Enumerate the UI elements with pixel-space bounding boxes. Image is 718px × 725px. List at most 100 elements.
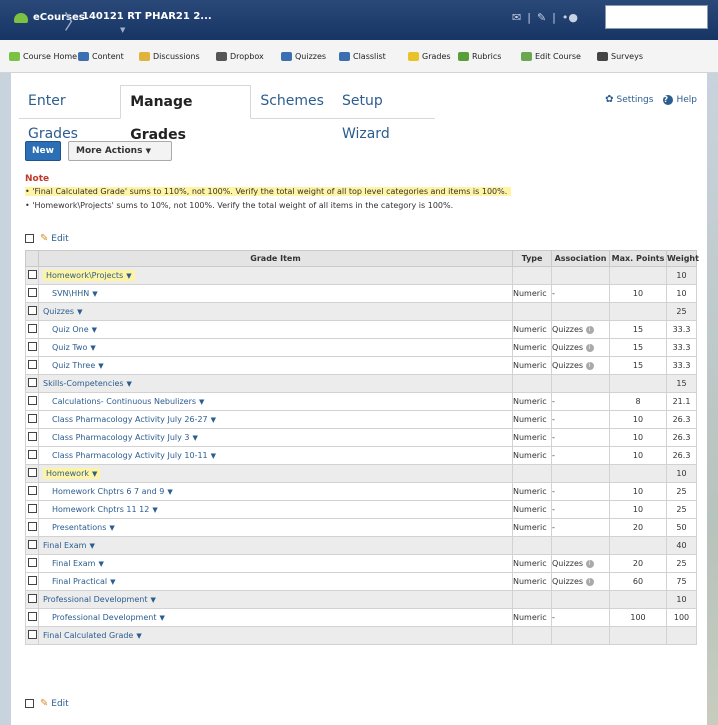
chevron-down-icon[interactable]: ▼	[152, 506, 157, 514]
nav-item-dropbox[interactable]: Dropbox	[216, 52, 264, 61]
settings-link[interactable]: ✿ Settings	[605, 94, 653, 105]
header-type[interactable]: Type	[512, 250, 552, 267]
row-checkbox[interactable]	[27, 612, 37, 621]
chevron-down-icon[interactable]: ▼	[89, 542, 94, 550]
info-icon[interactable]: i	[585, 577, 594, 586]
grade-item-link[interactable]: Quizzes ▼	[43, 307, 82, 316]
chevron-down-icon[interactable]: ▼	[136, 632, 141, 640]
nav-item-quizzes[interactable]: Quizzes	[281, 52, 326, 61]
chevron-down-icon[interactable]: ▼	[92, 326, 97, 334]
alerts-icon[interactable]: •●	[562, 11, 578, 24]
row-checkbox[interactable]	[27, 342, 37, 351]
info-icon[interactable]: i	[585, 559, 594, 568]
row-checkbox[interactable]	[27, 432, 37, 441]
chevron-down-icon[interactable]: ▼	[126, 272, 131, 280]
row-checkbox[interactable]	[27, 270, 37, 279]
grade-item-link[interactable]: Quiz One ▼	[52, 325, 97, 334]
grade-item-link[interactable]: Homework Chptrs 6 7 and 9 ▼	[52, 487, 173, 496]
grade-item-link[interactable]: Quiz Two ▼	[52, 343, 96, 352]
nav-item-rubrics[interactable]: Rubrics	[458, 52, 501, 61]
nav-item-edit-course[interactable]: Edit Course	[521, 52, 581, 61]
chevron-down-icon[interactable]: ▼	[77, 308, 82, 316]
grade-item-link[interactable]: Presentations ▼	[52, 523, 115, 532]
row-checkbox[interactable]	[27, 522, 37, 531]
chevron-down-icon[interactable]: ▼	[167, 488, 172, 496]
header-grade-item[interactable]: Grade Item	[38, 250, 513, 267]
chevron-down-icon[interactable]: ▼	[92, 470, 97, 478]
grade-item-link[interactable]: Class Pharmacology Activity July 10-11 ▼	[52, 451, 216, 460]
nav-item-classlist[interactable]: Classlist	[339, 52, 386, 61]
grade-item-link[interactable]: Professional Development ▼	[52, 613, 165, 622]
chevron-down-icon[interactable]: ▼	[120, 26, 125, 34]
chevron-down-icon[interactable]: ▼	[211, 416, 216, 424]
grade-item-link[interactable]: Final Practical ▼	[52, 577, 116, 586]
tab-schemes[interactable]: Schemes	[251, 85, 333, 118]
row-checkbox[interactable]	[27, 306, 37, 315]
more-actions-button[interactable]: More Actions ▼	[68, 141, 172, 161]
chevron-down-icon[interactable]: ▼	[150, 596, 155, 604]
nav-item-course-home[interactable]: Course Home	[9, 52, 77, 61]
row-checkbox[interactable]	[27, 360, 37, 369]
chevron-down-icon[interactable]: ▼	[90, 344, 95, 352]
nav-item-discussions[interactable]: Discussions	[139, 52, 200, 61]
chevron-down-icon[interactable]: ▼	[109, 524, 114, 532]
row-checkbox[interactable]	[27, 324, 37, 333]
info-icon[interactable]: i	[585, 325, 594, 334]
tab-enter-grades[interactable]: Enter Grades	[19, 85, 120, 142]
row-checkbox[interactable]	[27, 396, 37, 405]
grade-item-link[interactable]: SVN\HHN ▼	[52, 289, 98, 298]
tab-manage-grades[interactable]: Manage Grades	[120, 85, 252, 143]
tab-setup-wizard[interactable]: Setup Wizard	[333, 85, 435, 142]
row-checkbox[interactable]	[27, 630, 37, 639]
grade-item-link[interactable]: Final Calculated Grade ▼	[43, 631, 142, 640]
info-icon[interactable]: i	[585, 343, 594, 352]
grade-item-link[interactable]: Homework Chptrs 11 12 ▼	[52, 505, 158, 514]
chat-icon[interactable]: ✎	[537, 11, 546, 24]
nav-item-grades[interactable]: Grades	[408, 52, 451, 61]
row-checkbox[interactable]	[27, 558, 37, 567]
row-checkbox[interactable]	[27, 594, 37, 603]
grade-item-link[interactable]: Skills-Competencies ▼	[43, 379, 132, 388]
chevron-down-icon[interactable]: ▼	[199, 398, 204, 406]
row-checkbox[interactable]	[27, 450, 37, 459]
grade-item-link[interactable]: Class Pharmacology Activity July 3 ▼	[52, 433, 198, 442]
chevron-down-icon[interactable]: ▼	[98, 362, 103, 370]
info-icon[interactable]: i	[585, 361, 594, 370]
row-checkbox[interactable]	[27, 486, 37, 495]
grade-item-link[interactable]: Final Exam ▼	[52, 559, 104, 568]
row-checkbox[interactable]	[27, 378, 37, 387]
row-checkbox[interactable]	[27, 576, 37, 585]
chevron-down-icon[interactable]: ▼	[159, 614, 164, 622]
course-selector[interactable]: 140121 RT PHAR21 2...	[82, 11, 212, 22]
grade-item-link[interactable]: Homework ▼	[43, 468, 101, 479]
edit-link[interactable]: ✎ Edit	[40, 233, 69, 244]
select-all-checkbox[interactable]	[25, 699, 34, 708]
grade-item-link[interactable]: Homework\Projects ▼	[43, 270, 135, 281]
grade-item-link[interactable]: Professional Development ▼	[43, 595, 156, 604]
chevron-down-icon[interactable]: ▼	[127, 380, 132, 388]
user-menu-box[interactable]	[605, 5, 708, 29]
nav-item-content[interactable]: Content	[78, 52, 124, 61]
row-checkbox[interactable]	[27, 288, 37, 297]
grade-item-link[interactable]: Calculations- Continuous Nebulizers ▼	[52, 397, 204, 406]
grade-item-link[interactable]: Quiz Three ▼	[52, 361, 104, 370]
grade-item-link[interactable]: Class Pharmacology Activity July 26-27 ▼	[52, 415, 216, 424]
new-button[interactable]: New ▼	[25, 141, 61, 173]
header-association[interactable]: Association	[551, 250, 610, 267]
chevron-down-icon[interactable]: ▼	[98, 560, 103, 568]
mail-icon[interactable]: ✉	[512, 11, 521, 24]
nav-item-surveys[interactable]: Surveys	[597, 52, 643, 61]
row-checkbox[interactable]	[27, 468, 37, 477]
edit-link[interactable]: ✎ Edit	[40, 698, 69, 709]
grade-item-link[interactable]: Final Exam ▼	[43, 541, 95, 550]
row-checkbox[interactable]	[27, 504, 37, 513]
row-checkbox[interactable]	[27, 414, 37, 423]
row-checkbox[interactable]	[27, 540, 37, 549]
chevron-down-icon[interactable]: ▼	[110, 578, 115, 586]
header-weight[interactable]: Weight	[666, 250, 699, 267]
chevron-down-icon[interactable]: ▼	[92, 290, 97, 298]
header-max-points[interactable]: Max. Points	[609, 250, 667, 267]
help-link[interactable]: ? Help	[663, 94, 697, 105]
select-all-checkbox[interactable]	[25, 234, 34, 243]
chevron-down-icon[interactable]: ▼	[211, 452, 216, 460]
